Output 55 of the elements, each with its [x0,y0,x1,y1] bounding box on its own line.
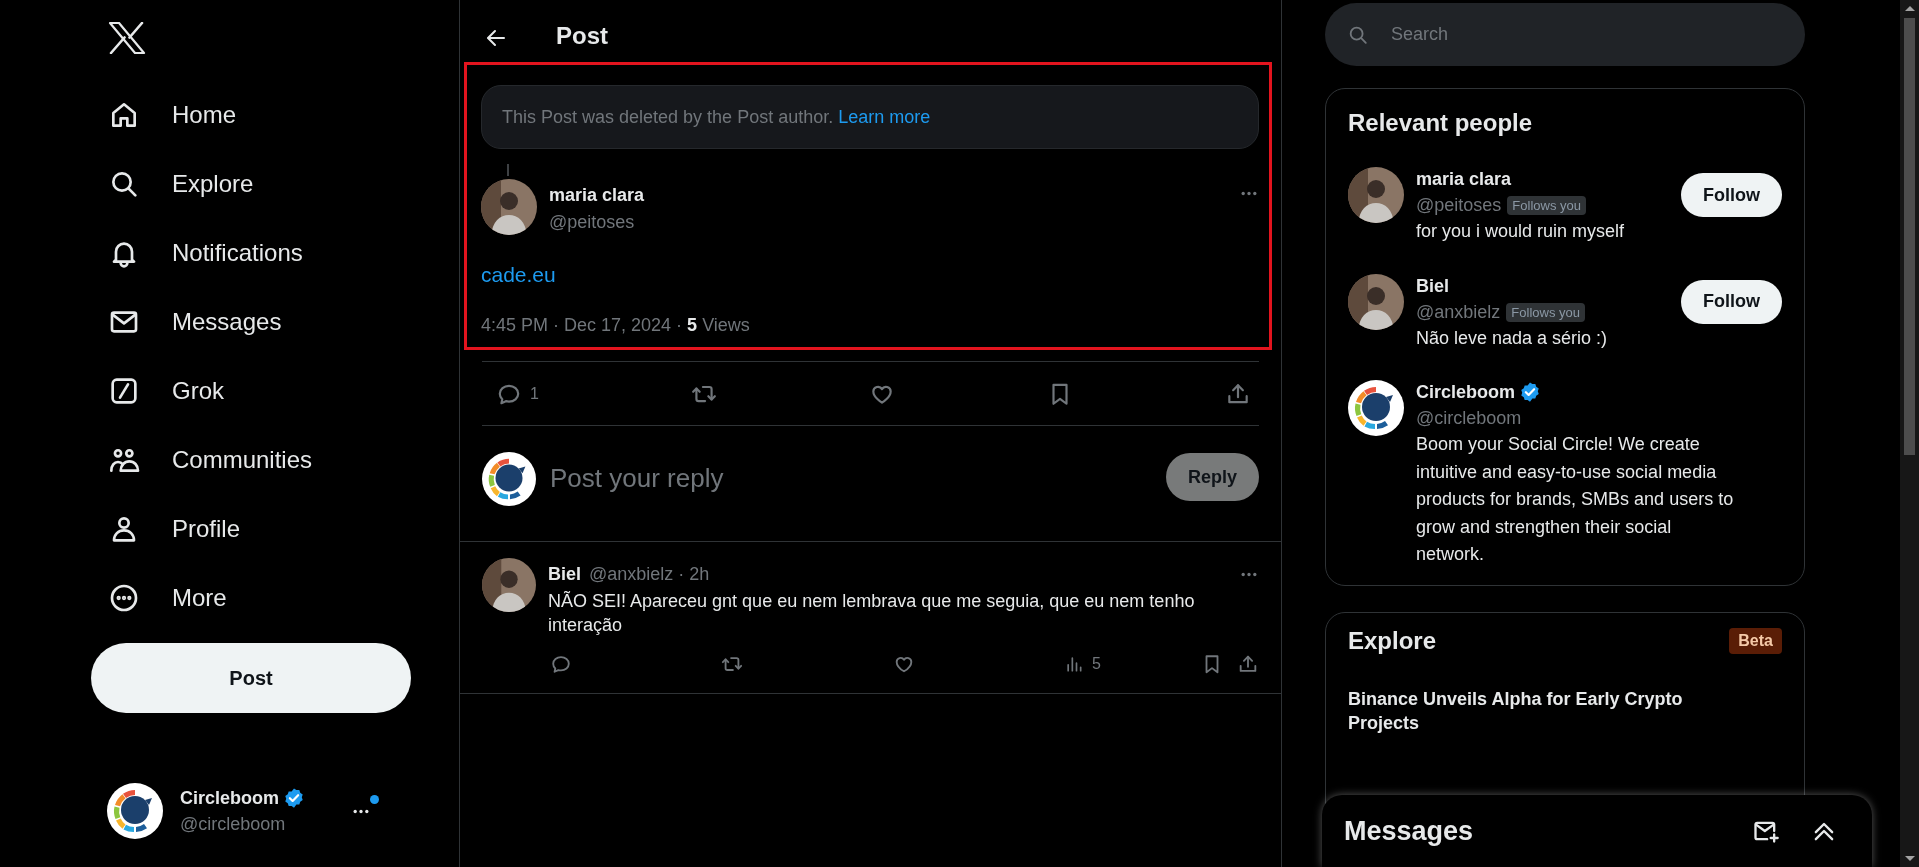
person-handle: @peitoses [1416,195,1502,216]
reply-handle-time: @anxbielz · 2h [589,564,710,585]
page-title: Post [556,22,608,50]
reply-count: 1 [530,384,539,403]
avatar[interactable] [1348,167,1404,223]
circleboom-logo-avatar[interactable] [107,783,163,839]
nav-item[interactable]: More [91,563,247,632]
person-bio: for you i would ruin myself [1416,220,1626,243]
scroll-down-icon[interactable] [1904,856,1915,861]
follow-button[interactable]: Follow [1681,279,1782,324]
person-name[interactable]: Circleboom [1416,380,1516,404]
card-title: Explore [1348,625,1437,656]
post-timestamp: 4:45 PM · Dec 17, 2024 · 5 Views [481,314,751,337]
person-handle: @circleboom [1416,408,1522,429]
drawer-title[interactable]: Messages [1344,815,1722,847]
nav-item[interactable]: Messages [91,287,302,356]
circleboom-logo-avatar[interactable] [482,452,536,506]
person-name[interactable]: Biel [1416,273,1449,298]
share-icon [1237,653,1259,675]
view-count: 5 [1092,655,1101,673]
avatar[interactable] [481,179,537,235]
nav-item[interactable]: Communities [91,425,333,494]
scrollbar-thumb[interactable] [1904,18,1915,455]
bar-chart-icon [1064,654,1085,674]
person-bio: Não leve nada a sério :) [1416,326,1609,350]
learn-more-link[interactable]: Learn more [838,106,931,128]
reply-icon [550,653,572,675]
follows-you-badge: Follows you [1507,196,1586,215]
post-button[interactable]: Post [91,643,411,713]
person-handle: @anxbielz [1416,301,1501,323]
nav-item[interactable]: Home [91,80,257,149]
person-bio: Boom your Social Circle! We create intuitive and easy-to-use social media products for brands, SMBs and users to grow and strengthen their social network. [1416,433,1735,566]
x-logo[interactable] [108,22,146,54]
avatar[interactable] [482,558,536,612]
person-name[interactable]: maria clara [1416,167,1512,191]
beta-badge: Beta [1729,627,1782,654]
account-name: Circleboom [180,787,280,809]
author-name: maria clara [549,185,646,206]
follows-you-badge: Follows you [1506,302,1585,322]
reply-text: NÃO SEI! Apareceu gnt que eu nem lembrava que me seguia, que eu nem tenho interação [548,590,1196,637]
card-title: Relevant people [1348,108,1534,138]
nav-item[interactable]: Profile [91,494,261,563]
follow-button[interactable]: Follow [1681,173,1782,217]
post-text[interactable]: cade.eu [481,261,1259,289]
scroll-up-icon[interactable] [1904,6,1915,11]
nav-item[interactable]: Notifications [91,218,323,287]
account-handle: @circleboom [180,814,287,835]
circleboom-logo-avatar[interactable] [1348,380,1404,436]
notice-text: This Post was deleted by the Post author. [502,106,835,128]
trend-headline[interactable]: Binance Unveils Alpha for Early Crypto Projects [1348,686,1782,735]
nav-item[interactable]: Grok [91,356,244,425]
reply-author: Biel [548,564,581,585]
more-icon[interactable] [351,808,371,814]
nav-item[interactable]: Explore [91,149,274,218]
author-handle: @peitoses [549,212,636,233]
